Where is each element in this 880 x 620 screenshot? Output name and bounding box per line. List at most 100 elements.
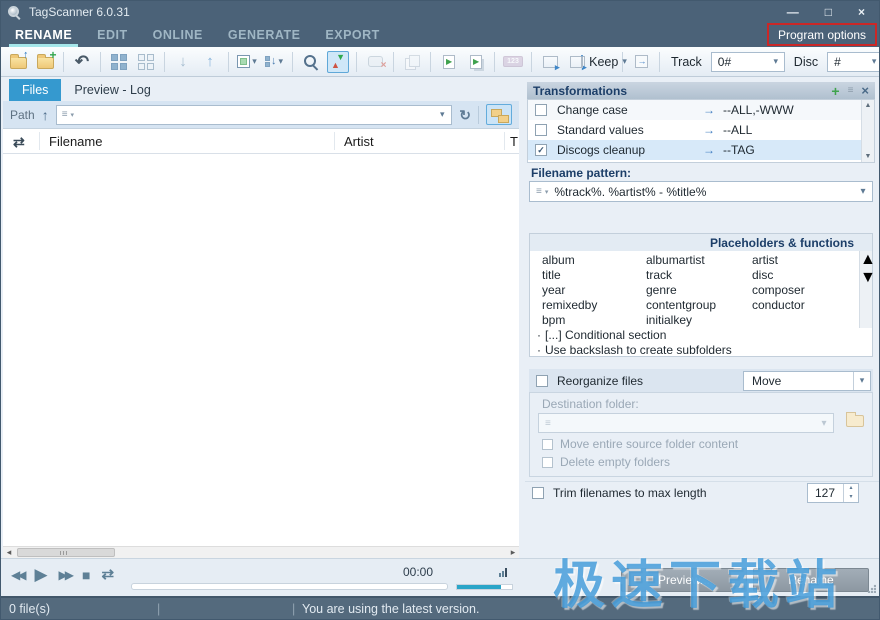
delete-empty-checkbox[interactable] bbox=[542, 457, 553, 468]
path-input[interactable] bbox=[74, 107, 433, 123]
minimize-icon[interactable]: — bbox=[787, 2, 799, 22]
placeholder-item[interactable]: composer bbox=[752, 283, 872, 298]
menu-export[interactable]: EXPORT bbox=[325, 23, 379, 47]
rename-button[interactable]: Rename bbox=[753, 568, 869, 592]
close-icon[interactable]: × bbox=[858, 2, 865, 22]
deselect-all-button[interactable] bbox=[135, 50, 157, 74]
placeholder-item[interactable]: contentgroup bbox=[646, 298, 752, 313]
destination-combobox[interactable]: ≡ ▾ bbox=[538, 413, 834, 433]
browse-folder-icon[interactable] bbox=[846, 415, 864, 427]
scrollbar-thumb[interactable] bbox=[17, 548, 115, 557]
seek-bar[interactable] bbox=[131, 583, 448, 590]
checkbox[interactable]: ✓ bbox=[535, 144, 547, 156]
placeholder-item[interactable]: remixedby bbox=[542, 298, 646, 313]
open-folder-button[interactable]: ↑ bbox=[7, 50, 29, 74]
transformations-scrollbar[interactable]: ▲ ▼ bbox=[861, 100, 874, 162]
menu-edit[interactable]: EDIT bbox=[97, 23, 127, 47]
previous-button[interactable]: ◀◀ bbox=[11, 569, 23, 581]
spin-up-icon[interactable]: ▴ bbox=[844, 484, 858, 493]
column-title[interactable]: T bbox=[510, 134, 518, 149]
checkbox[interactable] bbox=[535, 124, 547, 136]
placeholder-item[interactable]: year bbox=[542, 283, 646, 298]
folder-tree-toggle[interactable] bbox=[486, 104, 512, 125]
add-transformation-icon[interactable]: + bbox=[831, 84, 839, 98]
placeholder-item[interactable]: bpm bbox=[542, 313, 646, 328]
search-button[interactable] bbox=[300, 50, 322, 74]
preview-file-button[interactable]: ▶ bbox=[438, 50, 460, 74]
stop-button[interactable]: ■ bbox=[82, 568, 90, 582]
remove-tag-button[interactable]: × bbox=[364, 50, 386, 74]
trim-length-spinner[interactable]: 127 ▴ ▾ bbox=[807, 483, 859, 503]
preview-button[interactable]: Preview... bbox=[621, 568, 747, 592]
tab-files[interactable]: Files bbox=[9, 79, 61, 101]
menu-online[interactable]: ONLINE bbox=[153, 23, 203, 47]
placeholders-scrollbar[interactable]: ▲ ▼ bbox=[859, 251, 872, 328]
trim-checkbox[interactable] bbox=[532, 487, 544, 499]
placeholder-item[interactable]: track bbox=[646, 268, 752, 283]
chevron-down-icon[interactable]: ▾ bbox=[433, 106, 451, 124]
play-button[interactable]: ▶ bbox=[34, 566, 47, 583]
scroll-up-icon[interactable]: ▲ bbox=[862, 102, 874, 109]
tab-preview-log[interactable]: Preview - Log bbox=[61, 79, 163, 101]
column-artist[interactable]: Artist bbox=[344, 134, 374, 149]
placeholder-item[interactable]: genre bbox=[646, 283, 752, 298]
placeholder-item[interactable]: album bbox=[542, 253, 646, 268]
select-all-button[interactable] bbox=[108, 50, 130, 74]
panel-menu-icon[interactable]: ≡ bbox=[848, 86, 854, 96]
scroll-down-icon[interactable]: ▼ bbox=[862, 153, 874, 160]
transformation-row[interactable]: Standard values → --ALL bbox=[528, 120, 874, 140]
chevron-down-icon[interactable]: ▾ bbox=[853, 372, 870, 390]
track-combobox[interactable]: 0#▾ bbox=[711, 52, 785, 72]
column-divider[interactable] bbox=[504, 132, 505, 150]
placeholder-item[interactable]: artist bbox=[752, 253, 872, 268]
placeholder-item[interactable]: disc bbox=[752, 268, 872, 283]
selection-mode-button[interactable]: ▾ bbox=[236, 50, 258, 74]
add-folder-button[interactable]: + bbox=[34, 50, 56, 74]
scroll-up-icon[interactable]: ▲ bbox=[860, 251, 876, 268]
path-combobox[interactable]: ≡ ▾ ▾ bbox=[56, 105, 453, 125]
column-divider[interactable] bbox=[334, 132, 335, 150]
resize-grip[interactable] bbox=[867, 584, 876, 593]
path-up-icon[interactable]: ↑ bbox=[42, 108, 49, 122]
placeholder-item[interactable]: initialkey bbox=[646, 313, 752, 328]
scroll-right-icon[interactable]: ▸ bbox=[507, 547, 519, 558]
import-cover-button[interactable]: ▸ bbox=[539, 50, 561, 74]
move-mode-combobox[interactable]: Move ▾ bbox=[743, 371, 871, 391]
menu-rename[interactable]: RENAME bbox=[15, 23, 72, 47]
checkbox[interactable] bbox=[535, 104, 547, 116]
placeholder-item[interactable] bbox=[752, 313, 872, 328]
copy-button[interactable] bbox=[401, 50, 423, 74]
renumber-button[interactable]: 123 bbox=[502, 50, 524, 74]
program-options-button[interactable]: Program options bbox=[767, 23, 877, 46]
file-list[interactable] bbox=[3, 154, 519, 546]
reorganize-checkbox[interactable] bbox=[536, 375, 548, 387]
loop-button[interactable]: ⇄ bbox=[101, 567, 114, 582]
placeholder-item[interactable]: albumartist bbox=[646, 253, 752, 268]
transformation-row[interactable]: ✓ Discogs cleanup → --TAG bbox=[528, 140, 874, 160]
filename-pattern-value[interactable]: %track%. %artist% - %title% bbox=[554, 185, 854, 199]
scroll-down-icon[interactable]: ▼ bbox=[860, 269, 876, 286]
filename-pattern-combobox[interactable]: ≡ ▾ %track%. %artist% - %title% ▾ bbox=[529, 181, 873, 202]
export-cover-button[interactable]: ▸ bbox=[566, 50, 588, 74]
disc-combobox[interactable]: #▾ bbox=[827, 52, 880, 72]
undo-button[interactable]: ↶ bbox=[71, 50, 93, 74]
shuffle-icon[interactable]: ⇄ bbox=[13, 134, 25, 151]
placeholder-item[interactable]: title bbox=[542, 268, 646, 283]
placeholder-item[interactable]: conductor bbox=[752, 298, 872, 313]
horizontal-scrollbar[interactable]: ◂ ▸ bbox=[3, 546, 519, 558]
transformation-row[interactable]: Change case → --ALL,-WWW bbox=[528, 100, 874, 120]
move-source-checkbox[interactable] bbox=[542, 439, 553, 450]
indent-button[interactable]: → bbox=[630, 50, 652, 74]
column-filename[interactable]: Filename bbox=[49, 134, 102, 149]
maximize-icon[interactable]: □ bbox=[825, 2, 832, 22]
move-down-button[interactable]: ↓ bbox=[172, 50, 194, 74]
chevron-down-icon[interactable]: ▾ bbox=[854, 182, 872, 201]
scroll-left-icon[interactable]: ◂ bbox=[3, 547, 15, 558]
move-up-button[interactable]: ↑ bbox=[199, 50, 221, 74]
keep-dropdown[interactable]: Keep▾ bbox=[593, 50, 615, 74]
preview-files-button[interactable]: ▶ bbox=[465, 50, 487, 74]
panel-close-icon[interactable]: × bbox=[861, 84, 869, 97]
spin-down-icon[interactable]: ▾ bbox=[844, 493, 858, 502]
volume-slider[interactable] bbox=[456, 584, 513, 590]
sort-button[interactable]: ↓▾ bbox=[263, 50, 285, 74]
